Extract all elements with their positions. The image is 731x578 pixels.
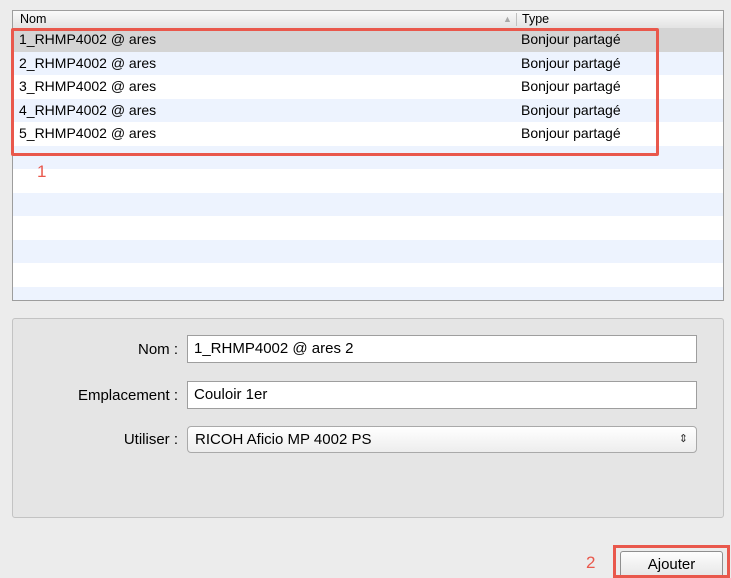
location-label: Emplacement : xyxy=(77,387,178,404)
column-divider[interactable] xyxy=(516,13,517,26)
annotation-box-1 xyxy=(11,28,659,156)
use-label: Utiliser : xyxy=(123,431,178,448)
empty-row xyxy=(13,216,723,240)
printer-details-panel: Nom : 1_RHMP4002 @ ares 2 Emplacement : … xyxy=(12,318,724,518)
annotation-label-1: 1 xyxy=(37,162,47,181)
empty-row xyxy=(13,239,723,263)
name-field[interactable]: 1_RHMP4002 @ ares 2 xyxy=(187,335,697,363)
sort-ascending-icon: ▲ xyxy=(503,14,512,24)
empty-row xyxy=(13,263,723,287)
annotation-label-2: 2 xyxy=(586,553,596,572)
location-field[interactable]: Couloir 1er xyxy=(187,381,697,409)
empty-row xyxy=(13,286,723,300)
empty-row xyxy=(13,169,723,193)
empty-row xyxy=(13,192,723,216)
updown-arrows-icon: ⇕ xyxy=(678,433,688,445)
driver-select[interactable]: RICOH Aficio MP 4002 PS ⇕ xyxy=(187,426,697,453)
driver-select-value: RICOH Aficio MP 4002 PS xyxy=(195,431,372,448)
name-label: Nom : xyxy=(137,341,178,358)
column-header-name[interactable]: Nom xyxy=(20,11,46,28)
column-header-type[interactable]: Type xyxy=(522,11,549,28)
list-header: Nom ▲ Type xyxy=(13,11,723,29)
annotation-box-2 xyxy=(613,545,730,578)
